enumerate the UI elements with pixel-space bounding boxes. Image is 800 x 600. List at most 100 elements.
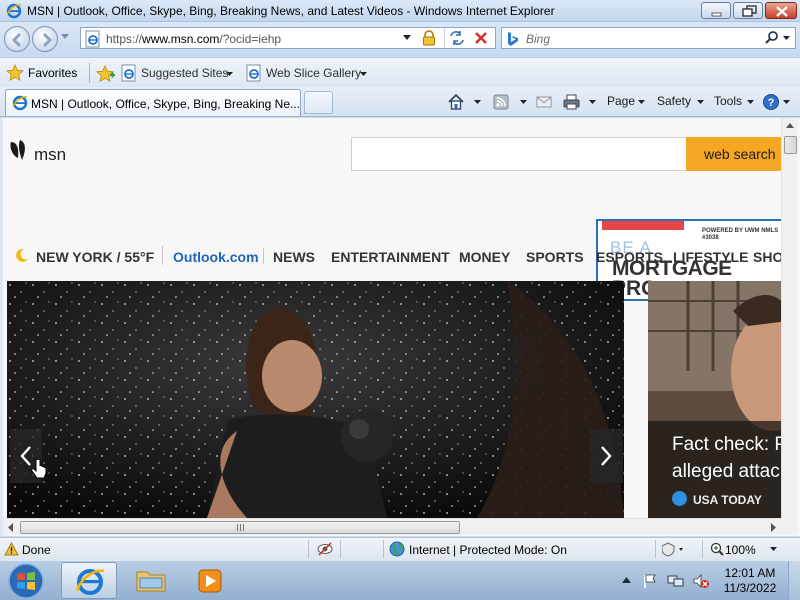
stop-icon[interactable]	[473, 30, 489, 46]
web-search-label: web search	[704, 146, 776, 162]
chevron-down-icon	[747, 100, 754, 104]
address-bar[interactable]: https://www.msn.com/?ocid=iehp	[80, 27, 496, 49]
msn-logo[interactable]: msn	[7, 138, 97, 168]
page-menu[interactable]: Page	[607, 93, 647, 111]
status-divider	[340, 540, 341, 558]
news-card-source: USA TODAY	[693, 493, 762, 507]
vertical-scrollbar[interactable]	[781, 118, 798, 518]
add-to-favorites-icon[interactable]	[96, 65, 116, 83]
restore-icon	[742, 5, 757, 17]
page-ie-icon	[246, 64, 261, 82]
new-tab-button[interactable]	[304, 91, 333, 114]
status-divider	[383, 540, 384, 558]
chevron-down-icon	[783, 100, 790, 104]
mail-icon	[536, 96, 552, 108]
scroll-up-icon[interactable]	[782, 118, 798, 134]
tools-menu-label: Tools	[714, 94, 743, 108]
folder-icon	[136, 571, 166, 592]
hero-carousel[interactable]	[7, 281, 624, 518]
scroll-right-icon[interactable]	[769, 523, 777, 532]
arrow-left-icon	[11, 32, 22, 48]
page-content: msn web search POWERED BY UWM NMLS #3038…	[0, 118, 800, 536]
search-box[interactable]: Bing	[501, 27, 796, 49]
nav-sports[interactable]: SPORTS	[526, 249, 584, 265]
tab-label: MSN | Outlook, Office, Skype, Bing, Brea…	[31, 97, 299, 111]
maximize-button[interactable]	[733, 2, 763, 19]
minimize-button[interactable]	[701, 2, 731, 19]
news-card-headline: Fact check: Paalleged attac	[672, 434, 784, 482]
show-hidden-icons[interactable]	[622, 577, 631, 584]
chevron-down-icon	[697, 100, 704, 104]
recent-pages-dropdown[interactable]	[61, 34, 69, 40]
taskbar-internet-explorer[interactable]	[61, 562, 117, 599]
hero-image	[7, 281, 624, 518]
chevron-down-icon	[638, 100, 645, 104]
start-button[interactable]	[2, 562, 50, 600]
tools-menu[interactable]: Tools	[714, 93, 756, 111]
read-mail-button[interactable]	[535, 93, 553, 111]
close-button[interactable]	[765, 2, 797, 19]
address-url[interactable]: https://www.msn.com/?ocid=iehp	[106, 32, 281, 46]
web-search-button[interactable]: web search	[686, 137, 784, 171]
system-clock[interactable]: 12:01 AM 11/3/2022	[718, 566, 782, 596]
print-button[interactable]	[562, 93, 598, 111]
horizontal-scrollbar[interactable]	[3, 518, 781, 535]
refresh-icon[interactable]	[448, 30, 466, 46]
nav-outlook[interactable]: Outlook.com	[173, 249, 259, 265]
msn-search-input[interactable]	[351, 137, 687, 171]
lock-icon[interactable]	[421, 30, 437, 46]
zoom-icon[interactable]	[710, 542, 724, 556]
home-icon	[448, 93, 464, 110]
tab-msn[interactable]: MSN | Outlook, Office, Skype, Bing, Brea…	[5, 89, 301, 116]
show-desktop-button[interactable]	[788, 561, 800, 600]
star-icon	[6, 64, 24, 82]
horizontal-scroll-thumb[interactable]	[20, 521, 460, 534]
nav-lifestyle[interactable]: LIFESTYLE	[673, 249, 748, 265]
warning-icon[interactable]	[4, 542, 19, 556]
search-icon[interactable]	[764, 30, 780, 46]
scrollbar-corner	[781, 518, 798, 535]
nav-divider	[162, 246, 163, 265]
help-menu[interactable]: ?	[762, 93, 792, 111]
ie-icon	[12, 95, 28, 111]
scroll-left-icon[interactable]	[7, 523, 15, 532]
protected-mode-icon[interactable]	[662, 541, 688, 557]
security-zone[interactable]: Internet | Protected Mode: On	[409, 543, 567, 557]
msn-logo-text: msn	[34, 145, 67, 164]
favorites-divider	[89, 63, 90, 83]
network-icon[interactable]	[667, 573, 685, 589]
search-dropdown-icon[interactable]	[783, 36, 790, 41]
carousel-next-button[interactable]	[589, 429, 623, 483]
back-button[interactable]	[4, 26, 30, 52]
nav-entertainment[interactable]: ENTERTAINMENT	[331, 249, 450, 265]
hand-cursor-icon	[31, 459, 47, 479]
privacy-eye-icon[interactable]	[317, 541, 333, 557]
status-divider	[655, 540, 656, 558]
web-slice-gallery-label: Web Slice Gallery	[266, 66, 362, 80]
nav-divider	[263, 248, 264, 264]
address-separator	[444, 28, 445, 48]
feeds-button[interactable]	[492, 93, 528, 111]
suggested-sites-link[interactable]: Suggested Sites	[120, 64, 240, 83]
zoom-level[interactable]: 100%	[725, 543, 756, 557]
minimize-icon	[711, 12, 722, 17]
action-center-flag-icon[interactable]	[642, 573, 658, 589]
weather-location[interactable]: NEW YORK / 55°F	[36, 249, 154, 265]
status-text: Done	[22, 543, 51, 557]
clock-time: 12:01 AM	[724, 566, 776, 580]
nav-news[interactable]: NEWS	[273, 249, 315, 265]
forward-button[interactable]	[32, 26, 58, 52]
home-button[interactable]	[447, 93, 483, 111]
arrow-right-icon	[42, 32, 53, 48]
taskbar-windows-explorer[interactable]	[123, 562, 179, 599]
nav-money[interactable]: MONEY	[459, 249, 510, 265]
safety-menu[interactable]: Safety	[657, 93, 705, 111]
chevron-down-icon[interactable]	[770, 547, 777, 552]
nav-esports[interactable]: ESPORTS	[596, 249, 663, 265]
news-card[interactable]: Fact check: Paalleged attac USA TODAY	[648, 281, 784, 518]
vertical-scroll-thumb[interactable]	[784, 136, 797, 154]
taskbar-media-player[interactable]	[182, 562, 238, 599]
web-slice-gallery-link[interactable]: Web Slice Gallery	[245, 64, 370, 83]
address-dropdown-icon[interactable]	[403, 35, 411, 40]
volume-muted-icon[interactable]	[692, 573, 710, 589]
